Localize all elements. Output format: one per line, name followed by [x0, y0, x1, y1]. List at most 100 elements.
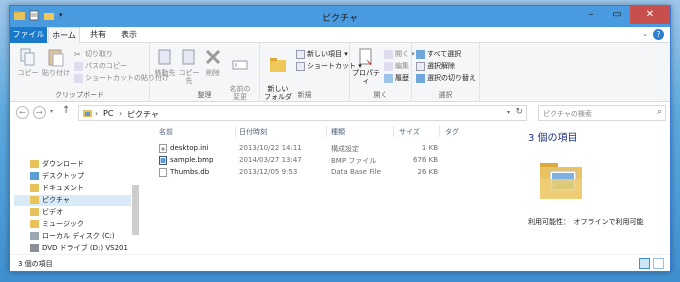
pictures-folder-icon [83, 109, 92, 120]
refresh-icon[interactable]: ↻ [515, 107, 523, 117]
copy-path-button[interactable]: パスのコピー [74, 61, 127, 71]
column-divider[interactable] [439, 126, 440, 137]
properties-button[interactable]: プロパティ [352, 47, 380, 85]
group-select: すべて選択 選択解除 選択の切り替え 選択 [412, 43, 480, 102]
tab-file[interactable]: ファイル [10, 27, 47, 43]
documents-folder-icon [30, 184, 39, 192]
move-to-button[interactable]: 移動先 [154, 47, 176, 77]
copy-button[interactable]: コピー [16, 47, 40, 77]
ribbon: コピー 貼り付け ✂ 切り取り パスのコピー ショートカットの貼り付け クリップボ… [10, 43, 670, 109]
maximize-button[interactable]: ▭ [604, 6, 630, 24]
invert-selection-button[interactable]: 選択の切り替え [416, 73, 476, 83]
address-bar[interactable]: › PC › ピクチャ ▾ ↻ [78, 105, 527, 121]
delete-button[interactable]: 削除 [204, 47, 222, 77]
nav-item-dvd-drive[interactable]: DVD ドライブ (D:) VS2013_F [30, 243, 128, 254]
path-icon [74, 61, 83, 71]
file-type: BMP ファイル [331, 157, 377, 165]
open-icon [384, 49, 393, 59]
breadcrumb-pictures[interactable]: ピクチャ [127, 109, 159, 120]
downloads-folder-icon [30, 160, 39, 168]
file-name: desktop.ini [170, 144, 209, 152]
help-icon[interactable]: ? [653, 29, 664, 40]
minimize-button[interactable]: – [578, 6, 604, 24]
up-button[interactable]: ↑ [62, 105, 70, 116]
file-size: 1 KB [421, 144, 438, 152]
title-bar: ▾ ピクチャ – ▭ ✕ [10, 6, 670, 27]
desktop-folder-icon [30, 172, 39, 180]
pictures-folder-icon [30, 196, 39, 204]
folder-icon [270, 58, 286, 72]
drive-icon [30, 232, 39, 240]
breadcrumb-pc[interactable]: PC [103, 109, 113, 118]
settings-file-icon [159, 144, 167, 153]
column-divider[interactable] [326, 126, 327, 137]
cut-button[interactable]: ✂ 切り取り [74, 49, 113, 59]
new-item-button[interactable]: 新しい項目 ▾ [296, 49, 348, 59]
nav-item-videos[interactable]: ビデオ [30, 207, 63, 218]
scrollbar-thumb[interactable] [132, 185, 139, 235]
large-icons-view-icon[interactable] [653, 258, 664, 269]
group-open: プロパティ 開く ▾ 編集 履歴 開く [350, 43, 415, 102]
forward-button[interactable]: → [33, 106, 46, 119]
history-button[interactable]: 履歴 [384, 73, 409, 83]
column-header-type[interactable]: 種類 [331, 127, 345, 137]
copy-to-icon [182, 49, 195, 65]
move-to-icon [158, 49, 171, 65]
group-label-select: 選択 [438, 91, 453, 99]
file-type: Data Base File [331, 168, 381, 176]
item-count-heading: 3 個の項目 [528, 133, 578, 144]
edit-button[interactable]: 編集 [384, 61, 409, 71]
group-label-new: 新規 [297, 91, 312, 99]
generic-file-icon [159, 168, 167, 177]
table-row[interactable]: sample.bmp 2014/03/27 13:47 BMP ファイル 676… [143, 155, 513, 166]
tab-home[interactable]: ホーム [48, 27, 80, 44]
shortcut-icon [74, 73, 83, 83]
search-input[interactable] [543, 107, 648, 120]
column-header-tags[interactable]: タグ [445, 127, 459, 137]
column-header-name[interactable]: 名前 [159, 127, 173, 137]
column-header-size[interactable]: サイズ [399, 127, 420, 137]
chevron-down-icon[interactable]: ▾ [507, 109, 510, 116]
close-button[interactable]: ✕ [630, 6, 670, 24]
nav-item-music[interactable]: ミュージック [30, 219, 84, 230]
nav-item-downloads[interactable]: ダウンロード [30, 159, 84, 170]
videos-folder-icon [30, 208, 39, 216]
history-icon [384, 73, 393, 83]
back-button[interactable]: ← [16, 106, 29, 119]
details-view-icon[interactable] [639, 258, 650, 269]
new-item-icon [296, 49, 305, 59]
select-none-icon [416, 61, 425, 71]
nav-item-pictures[interactable]: ピクチャ [14, 195, 138, 206]
status-text: 3 個の項目 [18, 260, 53, 268]
chevron-down-icon[interactable]: ⌄ [642, 30, 648, 38]
nav-item-local-disk[interactable]: ローカル ディスク (C:) [30, 231, 115, 242]
table-row[interactable]: Thumbs.db 2013/12/05 9:53 Data Base File… [143, 167, 513, 178]
tab-share[interactable]: 共有 [83, 27, 113, 43]
copy-icon [20, 48, 35, 66]
paste-button[interactable]: 貼り付け [42, 47, 70, 77]
tab-view[interactable]: 表示 [114, 27, 144, 43]
file-name: sample.bmp [170, 156, 214, 164]
search-box[interactable]: ⌕ [538, 105, 666, 121]
column-divider[interactable] [393, 126, 394, 137]
ribbon-tabs: ファイル ホーム 共有 表示 ⌄ ? [10, 27, 670, 44]
select-none-button[interactable]: 選択解除 [416, 61, 455, 71]
details-pane: 3 個の項目 利用可能性： オフラインで利用可能 [516, 123, 670, 255]
shortcut-icon [296, 61, 305, 71]
group-clipboard: コピー 貼り付け ✂ 切り取り パスのコピー ショートカットの貼り付け クリップボ… [10, 43, 169, 102]
search-icon[interactable]: ⌕ [657, 107, 662, 117]
status-bar: 3 個の項目 [10, 254, 670, 271]
recent-locations-dropdown[interactable]: ▾ [50, 108, 53, 115]
nav-item-desktop[interactable]: デスクトップ [30, 171, 84, 182]
navigation-scrollbar[interactable] [131, 123, 140, 255]
column-header-date[interactable]: 日付時刻 [239, 127, 267, 137]
group-organize: 移動先 コピー先 削除 名前の 変更 整理 [150, 43, 260, 102]
copy-to-button[interactable]: コピー先 [178, 47, 200, 85]
open-button[interactable]: 開く ▾ [384, 49, 415, 59]
invert-selection-icon [416, 73, 425, 83]
column-divider[interactable] [235, 126, 236, 137]
rename-icon [232, 60, 248, 70]
nav-item-documents[interactable]: ドキュメント [30, 183, 84, 194]
select-all-button[interactable]: すべて選択 [416, 49, 461, 59]
table-row[interactable]: desktop.ini 2013/10/22 14:11 構成設定 1 KB [143, 143, 513, 154]
